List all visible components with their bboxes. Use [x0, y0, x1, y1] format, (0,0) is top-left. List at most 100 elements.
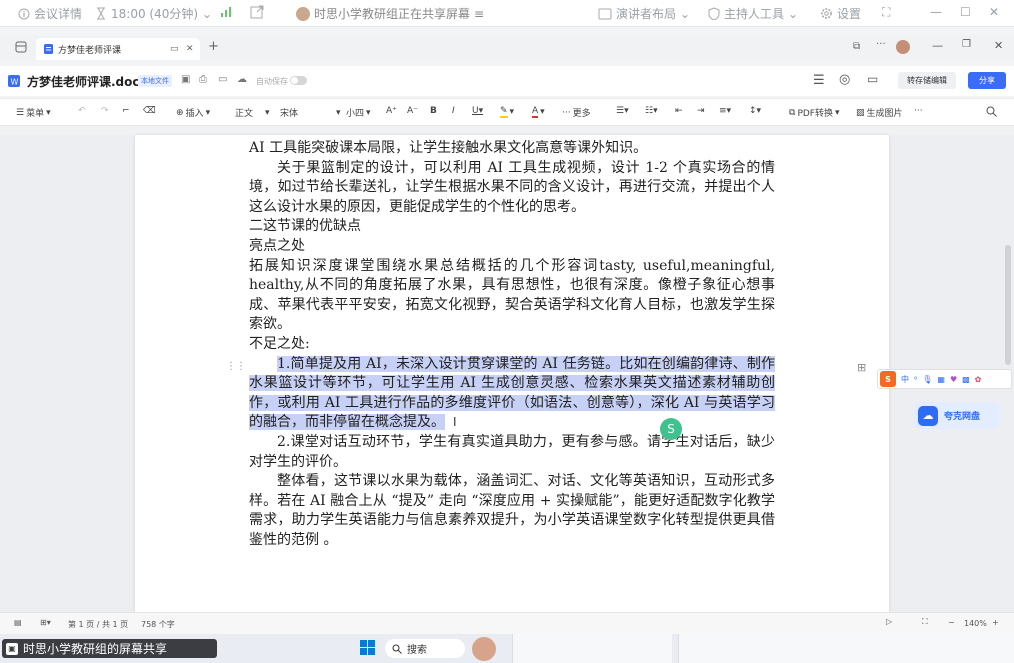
- autosave-toggle[interactable]: [290, 76, 307, 85]
- info-icon: [18, 8, 30, 20]
- generate-image-button[interactable]: ▨ 生成图片: [856, 106, 903, 120]
- new-tab-icon[interactable]: +: [208, 39, 219, 54]
- folder-icon[interactable]: ▭: [218, 74, 227, 85]
- sogou-icon: S: [880, 371, 896, 387]
- page-count: 第 1 页 / 共 1 页: [68, 620, 129, 629]
- font-select[interactable]: 宋体 ▾: [280, 106, 341, 120]
- comment-icon[interactable]: ◎: [839, 72, 850, 87]
- bold-icon[interactable]: B: [430, 106, 437, 116]
- restore-icon[interactable]: ❐: [962, 39, 971, 50]
- taskbar-search[interactable]: 搜索: [385, 639, 465, 658]
- pdf-icon: ⧉: [789, 107, 796, 118]
- present-icon[interactable]: ▭: [867, 72, 878, 86]
- more-icon[interactable]: ···: [876, 39, 886, 50]
- avatar[interactable]: [896, 40, 910, 54]
- pdf-convert-button[interactable]: ⧉ PDF转换 ▾: [789, 106, 840, 120]
- home-icon[interactable]: [15, 41, 27, 53]
- font-color-icon[interactable]: A ▾: [532, 106, 545, 118]
- tab-close-icon[interactable]: ✕: [186, 44, 194, 54]
- menu-label: 菜单: [26, 109, 45, 119]
- fullscreen-icon[interactable]: ⛶: [882, 5, 890, 20]
- avatar[interactable]: [472, 637, 496, 661]
- style-select[interactable]: 正文 ▾: [235, 106, 270, 120]
- ime-toolbar[interactable]: S 中 ⁰ 🎙 ▦ ♥ ▩ ✿: [877, 369, 1012, 389]
- font-size-select[interactable]: 小四 ▾: [346, 106, 371, 120]
- eraser-icon[interactable]: ⌫: [143, 106, 156, 116]
- play-icon[interactable]: ▷: [886, 617, 892, 626]
- document-body[interactable]: AI 工具能突破课本局限，让学生接触水果文化高意等课外知识。 关于果篮制定的设计…: [249, 139, 775, 550]
- quark-cloud-button[interactable]: ☁ 夸克网盘: [914, 402, 999, 429]
- close-icon[interactable]: ✕: [994, 39, 1003, 52]
- window-icon[interactable]: ⧉: [853, 41, 860, 52]
- menu-icon: ☰: [16, 107, 25, 118]
- highlight-icon[interactable]: ✎ ▾: [500, 106, 514, 118]
- document-titlebar: W 方梦佳老师评课.docx 本地文件 ▣ ⎙ ▭ ☁ 自动保存 ☰ ◎ ▭ 转…: [0, 66, 1014, 96]
- underline-icon[interactable]: U▾: [472, 106, 483, 116]
- share-label: 时思小学教研组的屏幕共享: [23, 642, 168, 656]
- meeting-details-button[interactable]: 会议详情: [18, 5, 82, 22]
- paragraph: AI 工具能突破课本局限，让学生接触水果文化高意等课外知识。: [249, 140, 648, 156]
- drag-handle-icon[interactable]: ⋮⋮: [226, 361, 246, 372]
- cloud-sync-icon[interactable]: ☁: [237, 74, 247, 85]
- presenter-layout-button[interactable]: 演讲者布局 ⌄: [598, 5, 690, 22]
- chevron-down-icon: ⌄: [202, 6, 213, 21]
- image-label: 生成图片: [866, 109, 903, 119]
- ai-assistant-icon[interactable]: S: [660, 418, 682, 440]
- share-button[interactable]: 分享: [968, 72, 1006, 89]
- minimize-icon[interactable]: —: [930, 5, 942, 19]
- status-bar: ▤ ⊞▾ 第 1 页 / 共 1 页 758 个字 ▷ ⛶ − 140% +: [0, 612, 1014, 634]
- fit-icon[interactable]: ⛶: [922, 617, 928, 627]
- bullet-list-icon[interactable]: ☰▾: [616, 106, 629, 116]
- format-painter-icon[interactable]: ⌐: [122, 106, 130, 116]
- meeting-time[interactable]: 18:00 (40分钟) ⌄: [95, 5, 212, 22]
- paragraph: 2.课堂对话互动环节，学生有真实道具助力，更有参与感。请学生对话后，缺少对学生的…: [249, 433, 775, 470]
- tab-document[interactable]: 方梦佳老师评课 ▭ ✕: [36, 38, 200, 60]
- more-button[interactable]: ··· 更多: [562, 106, 591, 120]
- undo-icon[interactable]: ↶: [78, 106, 86, 116]
- insert-button[interactable]: ⊕ 插入 ▾: [176, 106, 210, 120]
- redo-icon[interactable]: ↷: [101, 106, 109, 116]
- selected-paragraph: 1.简单提及用 AI，未深入设计贯穿课堂的 AI 任务链。比如在创编韵律诗、制作…: [249, 355, 775, 431]
- subheading: 亮点之处: [249, 237, 305, 254]
- document-area: AI 工具能突破课本局限，让学生接触水果文化高意等课外知识。 关于果篮制定的设计…: [0, 135, 1014, 612]
- document-filename: 方梦佳老师评课.docx: [27, 75, 148, 89]
- zoom-in-icon[interactable]: +: [992, 618, 999, 627]
- word-app-icon: W: [8, 75, 20, 87]
- screen-share-indicator[interactable]: ▣ 时思小学教研组的屏幕共享: [2, 639, 217, 658]
- indent-icon[interactable]: ⇥: [697, 106, 705, 116]
- shrink-font-icon[interactable]: A⁻: [407, 106, 418, 116]
- tab-window-icon[interactable]: ▭: [170, 44, 179, 54]
- format-toolbar: ☰ 菜单 ▾ ↶ ↷ ⌐ ⌫ ⊕ 插入 ▾ 正文 ▾ 宋体 ▾ 小四 ▾ A⁺ A⁻ B I …: [0, 98, 1014, 126]
- close-icon[interactable]: ✕: [989, 5, 999, 19]
- add-comment-icon[interactable]: ⊞: [857, 361, 866, 374]
- line-spacing-icon[interactable]: ↕▾: [749, 106, 761, 116]
- align-icon[interactable]: ≡▾: [719, 106, 731, 116]
- host-tools-button[interactable]: 主持人工具 ⌄: [708, 5, 798, 22]
- tab-title: 方梦佳老师评课: [58, 45, 122, 56]
- font-value: 宋体: [280, 109, 299, 119]
- menu-button[interactable]: ☰ 菜单 ▾: [16, 106, 51, 120]
- print-icon[interactable]: ⎙: [199, 74, 207, 85]
- number-list-icon[interactable]: ☷▾: [645, 106, 658, 116]
- popout-icon[interactable]: [250, 5, 264, 19]
- settings-button[interactable]: 设置: [820, 5, 861, 22]
- menu-icon[interactable]: ☰: [813, 73, 825, 88]
- save-icon[interactable]: ▣: [181, 74, 190, 85]
- scrollbar[interactable]: [1005, 245, 1011, 365]
- italic-icon[interactable]: I: [452, 106, 455, 116]
- zoom-out-icon[interactable]: −: [948, 618, 955, 627]
- doc-icon: [44, 44, 53, 54]
- outline-icon[interactable]: ⊞▾: [40, 618, 51, 627]
- convert-button[interactable]: 转存储编辑: [898, 72, 956, 89]
- windows-start-icon[interactable]: [360, 640, 376, 656]
- minimize-icon[interactable]: —: [932, 39, 943, 52]
- outdent-icon[interactable]: ⇤: [675, 106, 683, 116]
- autosave-label: 自动保存: [256, 77, 288, 86]
- zoom-level[interactable]: 140%: [964, 619, 987, 628]
- style-value: 正文: [235, 109, 254, 119]
- search-icon[interactable]: [986, 106, 997, 117]
- layout-icon[interactable]: ▤: [14, 618, 22, 627]
- overflow-icon[interactable]: ···: [914, 106, 923, 116]
- maximize-icon[interactable]: ☐: [960, 5, 971, 19]
- grow-font-icon[interactable]: A⁺: [386, 106, 397, 116]
